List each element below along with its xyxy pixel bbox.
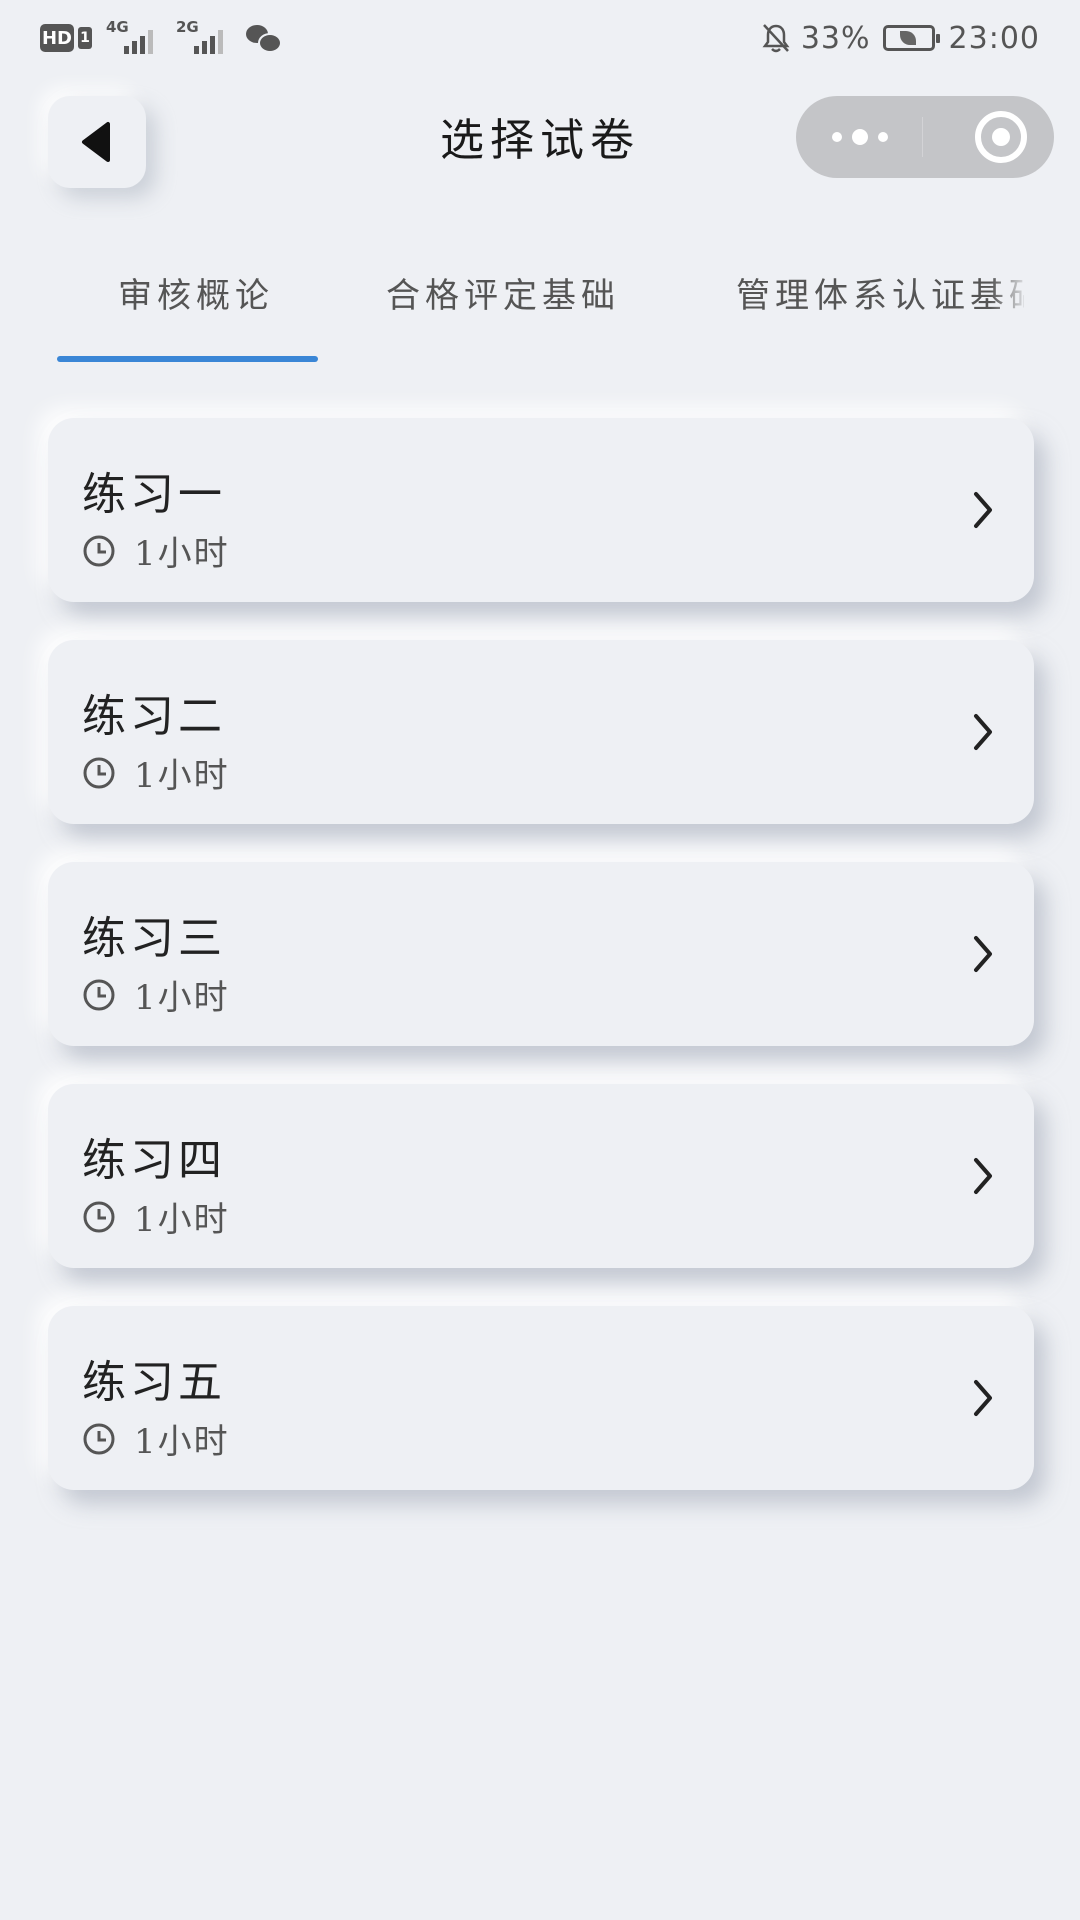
clock-icon (83, 979, 115, 1010)
exam-duration: 1小时 (134, 534, 230, 574)
wechat-icon (246, 23, 282, 53)
exam-card[interactable]: 练习三 1小时 (48, 862, 1034, 1046)
signal-4g-icon: 4G (106, 18, 162, 58)
tab-bar: 审核概论 合格评定基础 管理体系认证基础 (0, 250, 1024, 360)
chevron-right-icon (974, 714, 992, 750)
exam-title: 练习四 (82, 1135, 226, 1186)
battery-percent: 33% (800, 20, 871, 56)
screen: HD 1 4G 2G 33% 23:00 选择试卷 审核概论 合格评定基础 管理… (0, 0, 1080, 1920)
chevron-right-icon (974, 492, 992, 528)
tab-fade (990, 250, 1030, 350)
clock-icon (83, 757, 115, 788)
clock-icon (83, 1423, 115, 1454)
page-title: 选择试卷 (440, 115, 640, 166)
clock-icon (83, 535, 115, 566)
back-arrow-icon (82, 122, 110, 162)
exam-duration: 1小时 (134, 978, 230, 1018)
exam-card[interactable]: 练习四 1小时 (48, 1084, 1034, 1268)
exam-card[interactable]: 练习一 1小时 (48, 418, 1034, 602)
exam-title: 练习五 (82, 1357, 226, 1408)
exam-duration: 1小时 (134, 1200, 230, 1240)
signal-2g-icon: 2G (176, 18, 232, 58)
back-button[interactable] (48, 96, 146, 188)
tab-audit-intro[interactable]: 审核概论 (118, 268, 274, 317)
hd-badge: HD (40, 24, 74, 52)
clock-icon (83, 1201, 115, 1232)
exam-title: 练习三 (82, 913, 226, 964)
exam-title: 练习一 (82, 469, 226, 520)
tab-management-system-cert[interactable]: 管理体系认证基础 (736, 268, 1024, 317)
status-left: HD 1 4G 2G (40, 18, 282, 58)
exam-duration: 1小时 (134, 1422, 230, 1462)
tab-conformity-basics[interactable]: 合格评定基础 (386, 268, 620, 317)
exam-title: 练习二 (82, 691, 226, 742)
exam-card[interactable]: 练习五 1小时 (48, 1306, 1034, 1490)
status-right: 33% 23:00 (761, 18, 1040, 58)
chevron-right-icon (974, 1158, 992, 1194)
miniprogram-capsule (796, 96, 1054, 178)
battery-icon (882, 25, 940, 51)
bell-off-icon (762, 24, 790, 53)
sim-indicator: 1 (78, 27, 92, 49)
chevron-right-icon (974, 1380, 992, 1416)
chevron-right-icon (974, 936, 992, 972)
more-button[interactable] (832, 129, 888, 145)
active-tab-indicator (57, 356, 318, 362)
status-bar: HD 1 4G 2G 33% 23:00 (0, 0, 1080, 74)
close-miniprogram-button[interactable] (975, 111, 1027, 163)
exam-duration: 1小时 (134, 756, 230, 796)
clock-time: 23:00 (948, 20, 1040, 56)
exam-card[interactable]: 练习二 1小时 (48, 640, 1034, 824)
